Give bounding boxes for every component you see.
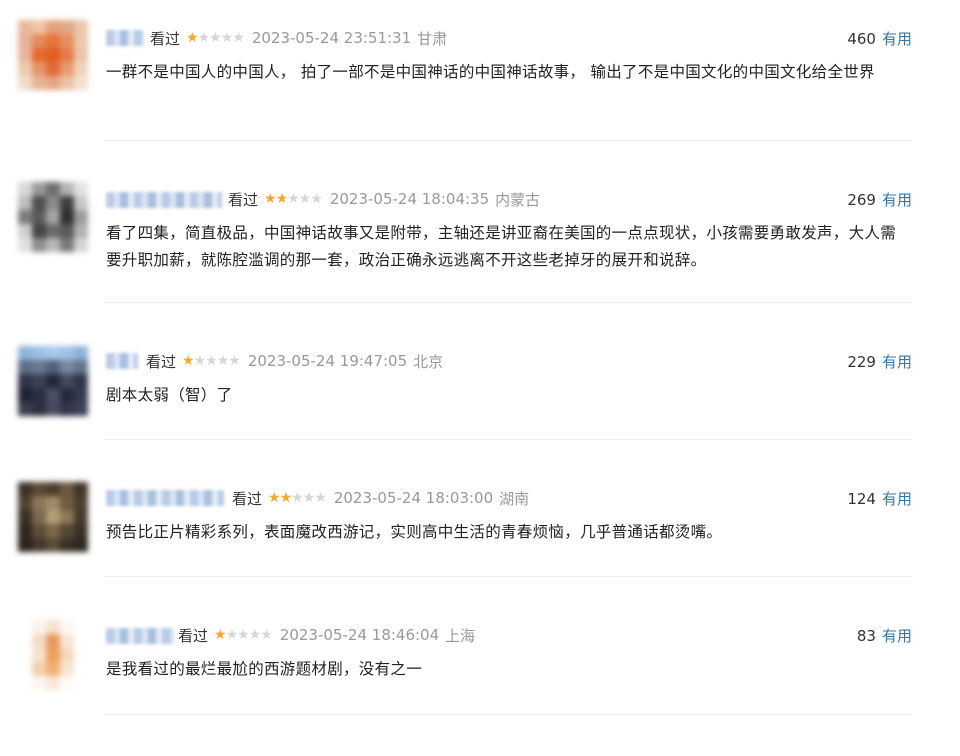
- comment-location: 北京: [413, 352, 444, 371]
- star-empty-icon: ★: [237, 627, 250, 643]
- rating-stars: ★ ★ ★ ★ ★: [264, 191, 323, 207]
- watched-label: 看过: [150, 29, 181, 48]
- star-empty-icon: ★: [228, 353, 241, 369]
- comment-location: 内蒙古: [495, 190, 541, 209]
- username[interactable]: [106, 490, 224, 506]
- vote-count: 83: [856, 626, 876, 645]
- avatar[interactable]: [18, 20, 88, 90]
- rating-stars: ★ ★ ★ ★ ★: [214, 627, 273, 643]
- comment-item: 看过 ★ ★ ★ ★ ★ 2023-05-24 18:04:35 内蒙古 269 有用 …: [0, 178, 960, 318]
- comment-meta: 看过 ★ ★ ★ ★ ★ 2023-05-24 18:03:00 湖南: [232, 488, 529, 508]
- comment-text: 剧本太弱（智）了: [106, 386, 233, 404]
- star-empty-icon: ★: [302, 490, 316, 506]
- useful-button[interactable]: 有用: [882, 351, 912, 372]
- star-empty-icon: ★: [232, 30, 245, 46]
- star-empty-icon: ★: [298, 191, 312, 207]
- useful-button[interactable]: 有用: [882, 28, 912, 49]
- avatar[interactable]: [18, 182, 88, 252]
- username[interactable]: [106, 30, 144, 46]
- vote-count: 269: [847, 190, 876, 209]
- username[interactable]: [106, 353, 138, 369]
- watched-label: 看过: [146, 352, 177, 371]
- divider: [104, 714, 912, 715]
- vote-count: 124: [847, 489, 876, 508]
- comment-meta: 看过 ★ ★ ★ ★ ★ 2023-05-24 18:46:04 上海: [178, 625, 475, 645]
- comment-text: 预告比正片精彩系列，表面魔改西游记，实则高中生活的青春烦恼，几乎普通话都烫嘴。: [106, 523, 723, 541]
- divider: [104, 302, 912, 303]
- comment-location: 甘肃: [417, 29, 448, 48]
- watched-label: 看过: [228, 190, 259, 209]
- comment-location: 上海: [445, 626, 476, 645]
- comment-time: 2023-05-24 23:51:31: [251, 29, 412, 47]
- comment-meta: 看过 ★ ★ ★ ★ ★ 2023-05-24 18:04:35 内蒙古: [228, 189, 540, 209]
- rating-stars: ★ ★ ★ ★ ★: [182, 353, 241, 369]
- star-filled-icon: ★: [186, 30, 199, 46]
- divider: [104, 439, 912, 440]
- useful-button[interactable]: 有用: [882, 488, 912, 509]
- watched-label: 看过: [178, 626, 209, 645]
- comment-time: 2023-05-24 19:47:05: [247, 352, 408, 370]
- star-empty-icon: ★: [291, 490, 304, 506]
- comment-list: 看过 ★ ★ ★ ★ ★ 2023-05-24 23:51:31 甘肃 460 有用 一…: [0, 0, 960, 722]
- star-empty-icon: ★: [310, 191, 323, 207]
- comment-time: 2023-05-24 18:03:00: [333, 489, 494, 507]
- comment-text: 一群不是中国人的中国人， 拍了一部不是中国神话的中国神话故事， 输出了不是中国文…: [106, 63, 875, 81]
- avatar[interactable]: [18, 482, 88, 552]
- divider: [104, 140, 912, 141]
- comment-text: 是我看过的最烂最尬的西游题材剧，没有之一: [106, 660, 423, 678]
- star-filled-icon: ★: [214, 627, 227, 643]
- star-empty-icon: ★: [216, 353, 230, 369]
- star-empty-icon: ★: [248, 627, 262, 643]
- comment-text: 看了四集，简直极品，中国神话故事又是附带，主轴还是讲亚裔在美国的一点点现状，小孩…: [106, 224, 897, 269]
- vote-count: 229: [847, 352, 876, 371]
- star-empty-icon: ★: [209, 30, 222, 46]
- avatar[interactable]: [18, 620, 88, 690]
- star-empty-icon: ★: [287, 191, 300, 207]
- star-empty-icon: ★: [220, 30, 234, 46]
- star-empty-icon: ★: [197, 30, 211, 46]
- star-filled-icon: ★: [264, 191, 277, 207]
- comment-item: 看过 ★ ★ ★ ★ ★ 2023-05-24 18:03:00 湖南 124 有用 预…: [0, 478, 960, 618]
- star-empty-icon: ★: [205, 353, 218, 369]
- vote-area: 460 有用: [847, 28, 912, 49]
- star-filled-icon: ★: [268, 490, 281, 506]
- watched-label: 看过: [232, 489, 263, 508]
- username[interactable]: [106, 192, 222, 208]
- comment-time: 2023-05-24 18:04:35: [329, 190, 490, 208]
- rating-stars: ★ ★ ★ ★ ★: [268, 490, 327, 506]
- vote-area: 83 有用: [857, 625, 912, 646]
- comment-meta: 看过 ★ ★ ★ ★ ★ 2023-05-24 19:47:05 北京: [146, 351, 443, 371]
- star-empty-icon: ★: [193, 353, 207, 369]
- comment-location: 湖南: [499, 489, 530, 508]
- vote-count: 460: [847, 29, 876, 48]
- star-filled-icon: ★: [182, 353, 195, 369]
- comment-item: 看过 ★ ★ ★ ★ ★ 2023-05-24 23:51:31 甘肃 460 有用 一…: [0, 12, 960, 152]
- comment-meta: 看过 ★ ★ ★ ★ ★ 2023-05-24 23:51:31 甘肃: [150, 28, 447, 48]
- comment-item: 看过 ★ ★ ★ ★ ★ 2023-05-24 18:46:04 上海 83 有用 是我…: [0, 616, 960, 756]
- star-filled-icon: ★: [279, 490, 293, 506]
- star-filled-icon: ★: [275, 191, 289, 207]
- vote-area: 269 有用: [847, 189, 912, 210]
- vote-area: 229 有用: [847, 351, 912, 372]
- username[interactable]: [106, 628, 174, 644]
- divider: [104, 576, 912, 577]
- vote-area: 124 有用: [847, 488, 912, 509]
- star-empty-icon: ★: [225, 627, 239, 643]
- star-empty-icon: ★: [314, 490, 327, 506]
- comment-item: 看过 ★ ★ ★ ★ ★ 2023-05-24 19:47:05 北京 229 有用 剧…: [0, 342, 960, 482]
- avatar[interactable]: [18, 346, 88, 416]
- rating-stars: ★ ★ ★ ★ ★: [186, 30, 245, 46]
- useful-button[interactable]: 有用: [882, 189, 912, 210]
- useful-button[interactable]: 有用: [882, 625, 912, 646]
- comment-time: 2023-05-24 18:46:04: [279, 626, 440, 644]
- star-empty-icon: ★: [260, 627, 273, 643]
